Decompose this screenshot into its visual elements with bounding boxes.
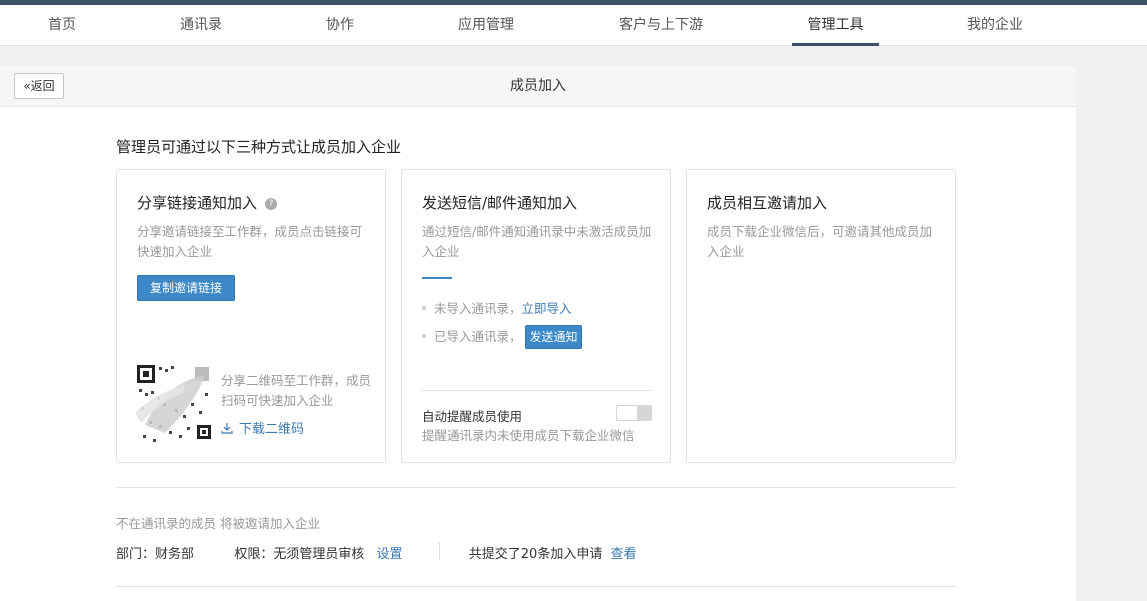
not-imported-text: 未导入通讯录， xyxy=(434,301,522,316)
imported-text: 已导入通讯录， xyxy=(434,329,522,344)
nav-item-app-management[interactable]: 应用管理 xyxy=(450,5,522,46)
card-title: 分享链接通知加入? xyxy=(137,192,278,213)
top-nav: 首页 通讯录 协作 应用管理 客户与上下游 管理工具 我的企业 xyxy=(0,5,1147,46)
card-description: 成员下载企业微信后，可邀请其他成员加入企业 xyxy=(707,224,933,259)
bullet-dot xyxy=(422,306,426,310)
copy-invite-link-button[interactable]: 复制邀请链接 xyxy=(137,275,235,301)
apply-count-text: 共提交了20条加入申请 xyxy=(468,547,603,562)
section-headline: 管理员可通过以下三种方式让成员加入企业 xyxy=(116,138,402,156)
qr-description: 分享二维码至工作群，成员扫码可快速加入企业 xyxy=(221,373,372,408)
not-imported-row: 未导入通讯录，立即导入 xyxy=(422,298,572,317)
auto-remind-description: 提醒通讯录内未使用成员下载企业微信 xyxy=(422,428,635,443)
accent-divider xyxy=(422,277,452,279)
vertical-separator xyxy=(439,542,440,560)
card-sms-email: 发送短信/邮件通知加入 通过短信/邮件通知通讯录中未激活成员加入企业 未导入通讯… xyxy=(401,169,671,463)
main-panel: 成员加入 «返回 管理员可通过以下三种方式让成员加入企业 分享链接通知加入? 分… xyxy=(0,66,1076,601)
auto-remind-label: 自动提醒成员使用 xyxy=(422,409,523,424)
nav-item-home[interactable]: 首页 xyxy=(40,5,84,46)
join-settings-row: 部门：财务部 权限：无须管理员审核 设置 共提交了20条加入申请 查看 xyxy=(116,543,636,562)
nav-item-contacts[interactable]: 通讯录 xyxy=(172,5,230,46)
download-qr-label: 下载二维码 xyxy=(239,422,305,437)
send-notice-button[interactable]: 发送通知 xyxy=(525,325,582,349)
perm-settings-link[interactable]: 设置 xyxy=(376,547,402,562)
import-now-link[interactable]: 立即导入 xyxy=(522,301,572,316)
dept-value: 财务部 xyxy=(155,547,195,562)
section-divider xyxy=(116,487,956,488)
card-divider xyxy=(422,390,652,391)
question-circle-icon[interactable]: ? xyxy=(265,198,278,210)
imported-row: 已导入通讯录， xyxy=(422,326,522,345)
download-qr-link[interactable]: 下载二维码 xyxy=(221,418,304,437)
auto-remind-toggle[interactable] xyxy=(616,405,652,421)
nav-item-admin-tools[interactable]: 管理工具 xyxy=(792,5,879,46)
nav-item-collaboration[interactable]: 协作 xyxy=(318,5,362,46)
non-member-note: 不在通讯录的成员 将被邀请加入企业 xyxy=(116,516,320,531)
card-share-link: 分享链接通知加入? 分享邀请链接至工作群，成员点击链接可快速加入企业 复制邀请链… xyxy=(116,169,386,463)
dept-label: 部门： xyxy=(116,547,156,562)
page-title: 成员加入 xyxy=(510,78,566,94)
card-title: 发送短信/邮件通知加入 xyxy=(422,194,578,212)
nav-item-my-company[interactable]: 我的企业 xyxy=(959,5,1031,46)
card-mutual-invite: 成员相互邀请加入 成员下载企业微信后，可邀请其他成员加入企业 xyxy=(686,169,956,463)
download-icon xyxy=(221,423,233,434)
card-description: 分享邀请链接至工作群，成员点击链接可快速加入企业 xyxy=(137,224,363,259)
view-applications-link[interactable]: 查看 xyxy=(610,547,636,562)
bullet-dot xyxy=(422,334,426,338)
back-button[interactable]: «返回 xyxy=(14,73,64,99)
nav-item-customers[interactable]: 客户与上下游 xyxy=(612,5,710,46)
card-title-text: 分享链接通知加入 xyxy=(137,194,258,212)
card-title: 成员相互邀请加入 xyxy=(707,194,828,212)
bottom-divider xyxy=(116,586,956,587)
toggle-knob xyxy=(617,406,637,420)
perm-label: 权限： xyxy=(234,547,274,562)
perm-value: 无须管理员审核 xyxy=(273,547,365,562)
panel-header: 成员加入 «返回 xyxy=(0,66,1076,107)
qr-code-image xyxy=(135,363,213,445)
card-description: 通过短信/邮件通知通讯录中未激活成员加入企业 xyxy=(422,224,652,259)
